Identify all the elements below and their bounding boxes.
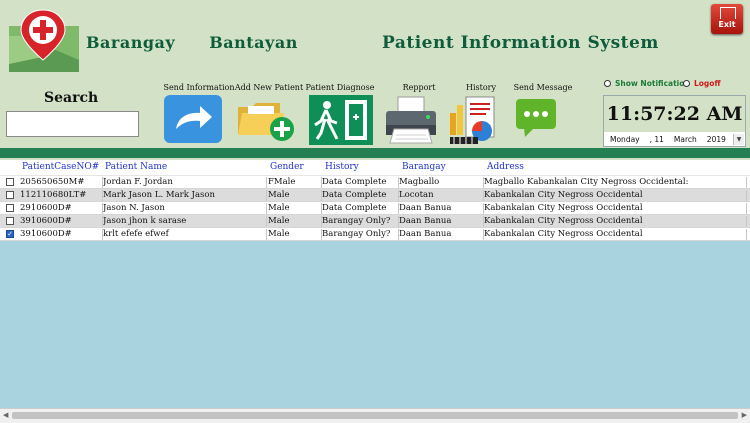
patient-name-cell: krlt efefe efwef <box>103 229 267 240</box>
send-arrow-icon <box>164 95 222 143</box>
address-cell: Kabankalan City Negross Occidental <box>484 203 747 214</box>
table-row[interactable]: 205650650M# Jordan F. Jordan FMale Data Com… <box>0 176 750 189</box>
history-cell: Data Complete <box>322 203 399 214</box>
report-chart-icon <box>450 96 495 144</box>
clock-time: 11:57:22 AM <box>604 96 745 132</box>
date-picker[interactable]: Monday , 11 March 2019 <box>610 135 745 144</box>
address-cell: Magballo Kabankalan City Negross Occiden… <box>484 177 747 188</box>
patient-grid: PatientCaseNO# Patient Name Gender Histo… <box>0 160 750 408</box>
case-no-cell: 3910600D# <box>20 216 103 227</box>
patient-name-cell: Jason jhon k sarase <box>103 216 267 227</box>
gender-cell: Male <box>268 216 322 227</box>
medical-cross-map-pin-icon <box>9 9 79 72</box>
patient-name-cell: Jordan F. Jordan <box>103 177 267 188</box>
barangay-cell: Daan Banua <box>399 203 484 214</box>
row-checkbox[interactable] <box>6 178 14 186</box>
grid-header: PatientCaseNO# Patient Name Gender Histo… <box>0 160 750 176</box>
brand-right: Bantayan <box>209 33 298 52</box>
scroll-right-icon[interactable]: ▶ <box>742 411 747 419</box>
history-cell: Barangay Only? <box>322 216 399 227</box>
row-checkbox[interactable] <box>6 204 14 212</box>
exit-button[interactable]: Exit <box>711 4 743 34</box>
chat-bubble-icon <box>516 99 556 137</box>
logoff-option[interactable]: Logoff <box>683 77 721 89</box>
separator-bar <box>0 148 750 158</box>
exit-door-frame-icon <box>720 7 736 19</box>
patient-name-cell: Mark Jason L. Mark Jason <box>103 190 267 201</box>
gender-cell: FMale <box>268 177 322 188</box>
history-cell: Data Complete <box>322 190 399 201</box>
gender-cell: Male <box>268 229 322 240</box>
scroll-left-icon[interactable]: ◀ <box>3 411 8 419</box>
column-header-barangay[interactable]: Barangay <box>402 162 446 172</box>
show-notification-radio[interactable] <box>604 79 611 87</box>
case-no-cell: 205650650M# <box>20 177 103 188</box>
search-input[interactable] <box>6 111 139 137</box>
barangay-cell: Locotan <box>399 190 484 201</box>
history-cell: Barangay Only? <box>322 229 399 240</box>
table-row[interactable]: 3910600D# Jason jhon k sarase Male Barangay… <box>0 215 750 228</box>
history-cell: Data Complete <box>322 177 399 188</box>
case-no-cell: 112110680LT# <box>20 190 103 201</box>
row-checkbox[interactable] <box>6 191 14 199</box>
system-title: Patient Information System <box>382 33 659 53</box>
scrollbar-thumb[interactable] <box>12 412 738 419</box>
printer-icon <box>386 96 436 144</box>
table-row[interactable]: 112110680LT# Mark Jason L. Mark Jason Male… <box>0 189 750 202</box>
date-month: March <box>673 135 697 144</box>
address-cell: Kabankalan City Negross Occidental <box>484 229 747 240</box>
show-notification-option[interactable]: Show Notification <box>604 77 690 89</box>
case-no-cell: 3910600D# <box>20 229 103 240</box>
date-weekday: Monday <box>610 135 640 144</box>
column-header-history[interactable]: History <box>325 162 359 172</box>
column-header-name[interactable]: Patient Name <box>105 162 167 172</box>
patient-name-cell: Jason N. Jason <box>103 203 267 214</box>
case-no-cell: 2910600D# <box>20 203 103 214</box>
date-dropdown-icon[interactable]: ▼ <box>733 134 744 145</box>
send-message-label: Send Message <box>513 83 573 92</box>
exit-label: Exit <box>718 20 736 29</box>
logoff-radio[interactable] <box>683 79 690 87</box>
address-cell: Kabankalan City Negross Occidental <box>484 190 747 201</box>
barangay-cell: Magballo <box>399 177 484 188</box>
app-header: Barangay Bantayan Patient Information Sy… <box>0 0 750 148</box>
show-notification-label: Show Notification <box>615 78 690 88</box>
gender-cell: Male <box>268 190 322 201</box>
gender-cell: Male <box>268 203 322 214</box>
logoff-label: Logoff <box>694 78 721 88</box>
barangay-title: Barangay Bantayan <box>86 33 298 52</box>
address-cell: Kabankalan City Negross Occidental <box>484 216 747 227</box>
folder-add-icon <box>238 103 294 141</box>
barangay-cell: Daan Banua <box>399 216 484 227</box>
search-label: Search <box>44 90 99 106</box>
row-checkbox[interactable]: ✓ <box>6 230 14 238</box>
table-row[interactable]: 2910600D# Jason N. Jason Male Data Complete… <box>0 202 750 215</box>
column-header-case-no[interactable]: PatientCaseNO# <box>22 162 99 172</box>
date-day: , 11 <box>649 135 664 144</box>
column-header-address[interactable]: Address <box>487 162 524 172</box>
exit-door-icon <box>309 95 373 145</box>
horizontal-scrollbar[interactable]: ◀ ▶ <box>0 408 750 423</box>
column-header-gender[interactable]: Gender <box>270 162 304 172</box>
clock-panel: 11:57:22 AM Monday , 11 March 2019 ▼ <box>603 95 746 147</box>
brand-left: Barangay <box>86 33 176 52</box>
table-row[interactable]: ✓ 3910600D# krlt efefe efwef Male Barangay O… <box>0 228 750 241</box>
barangay-cell: Daan Banua <box>399 229 484 240</box>
date-year: 2019 <box>706 135 726 144</box>
row-checkbox[interactable] <box>6 217 14 225</box>
